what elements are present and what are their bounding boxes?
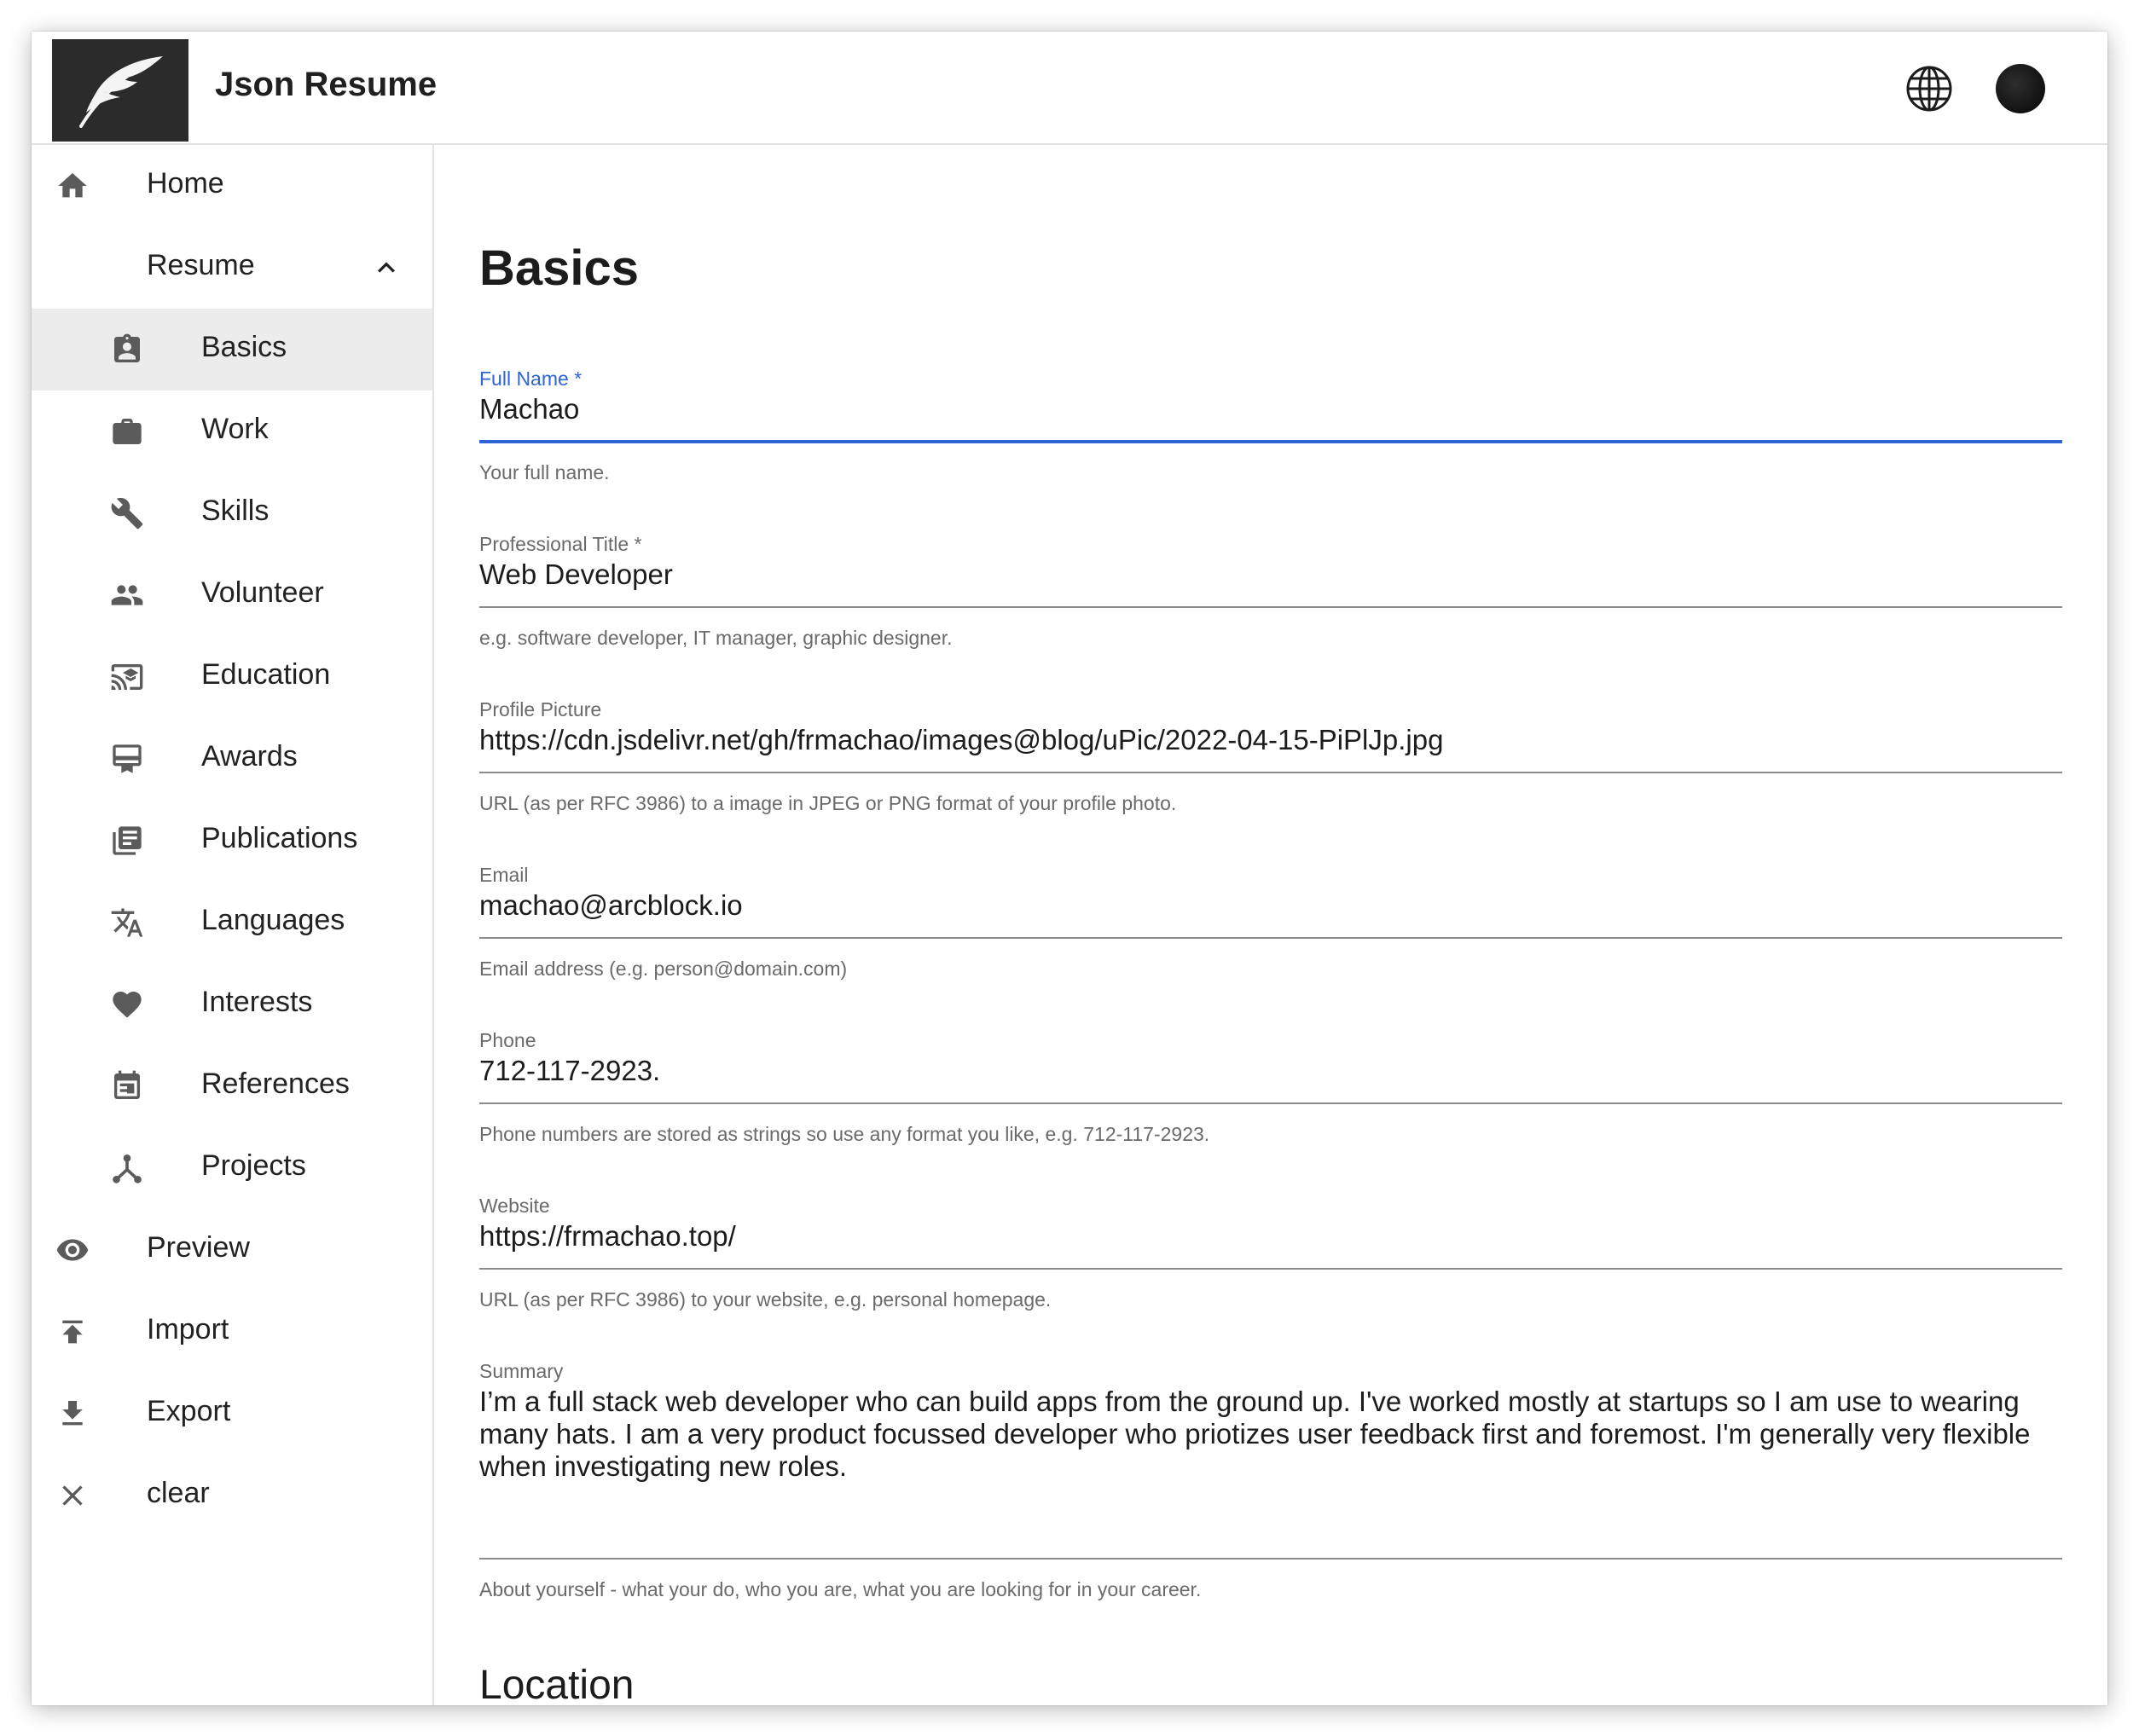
field-underline: [479, 937, 2062, 939]
wrench-icon: [111, 497, 143, 529]
sidebar-item-label: Languages: [201, 904, 345, 936]
field-helper-text: Email address (e.g. person@domain.com): [479, 958, 848, 980]
field-helper-text: e.g. software developer, IT manager, gra…: [479, 627, 953, 649]
feather-logo-icon: [79, 56, 163, 128]
sidebar-item-projects[interactable]: Projects: [32, 1127, 432, 1209]
app-bar: Json Resume: [32, 32, 2107, 145]
people-icon: [111, 585, 143, 605]
sidebar-item-home[interactable]: Home: [32, 145, 432, 227]
field-underline: [479, 1268, 2062, 1270]
globe-icon: [1906, 66, 1952, 112]
sidebar-item-label: clear: [147, 1477, 210, 1509]
field-underline: [479, 772, 2062, 773]
profile-picture-input[interactable]: [479, 724, 2062, 756]
cast-education-icon: [111, 664, 143, 690]
sidebar-item-publications[interactable]: Publications: [32, 800, 432, 882]
sidebar-item-interests[interactable]: Interests: [32, 963, 432, 1045]
field-label: Email: [479, 864, 529, 886]
sidebar-item-export[interactable]: Export: [32, 1373, 432, 1455]
download-icon: [62, 1401, 83, 1426]
full-name-input[interactable]: [479, 393, 2062, 425]
home-icon: [58, 173, 87, 198]
calendar-icon: [114, 1070, 140, 1099]
badge-icon: [114, 333, 140, 362]
sidebar: Home Resume Basics Work Skills Volunteer…: [32, 145, 434, 1705]
sidebar-item-label: Education: [201, 658, 331, 691]
website-input[interactable]: [479, 1220, 2062, 1253]
section-title-location: Location: [479, 1663, 635, 1705]
field-helper-text: URL (as per RFC 3986) to your website, e…: [479, 1288, 1052, 1311]
heart-icon: [113, 992, 142, 1018]
sidebar-item-languages[interactable]: Languages: [32, 882, 432, 963]
sidebar-item-education[interactable]: Education: [32, 636, 432, 718]
field-helper-text: About yourself - what your do, who you a…: [479, 1578, 1202, 1600]
sidebar-item-label: References: [201, 1068, 350, 1100]
sidebar-item-awards[interactable]: Awards: [32, 718, 432, 800]
close-icon: [62, 1485, 83, 1506]
sidebar-item-preview[interactable]: Preview: [32, 1209, 432, 1291]
sidebar-item-references[interactable]: References: [32, 1045, 432, 1127]
sidebar-item-label: Basics: [201, 331, 287, 363]
field-helper-text: Phone numbers are stored as strings so u…: [479, 1123, 1210, 1145]
summary-textarea[interactable]: I’m a full stack web developer who can b…: [479, 1386, 2066, 1483]
field-underline: [479, 1558, 2062, 1560]
field-label: Profile Picture: [479, 698, 602, 720]
sidebar-item-skills[interactable]: Skills: [32, 472, 432, 554]
sidebar-item-work[interactable]: Work: [32, 391, 432, 472]
field-helper-text: URL (as per RFC 3986) to a image in JPEG…: [479, 792, 1177, 814]
sidebar-item-clear[interactable]: clear: [32, 1455, 432, 1536]
sidebar-item-label: Export: [147, 1395, 231, 1427]
sidebar-item-label: Awards: [201, 740, 298, 773]
card-membership-icon: [113, 744, 142, 773]
app-logo[interactable]: [52, 39, 188, 142]
sidebar-item-import[interactable]: Import: [32, 1291, 432, 1373]
avatar[interactable]: [1996, 64, 2045, 113]
sidebar-item-volunteer[interactable]: Volunteer: [32, 554, 432, 636]
sidebar-item-label: Volunteer: [201, 576, 324, 609]
phone-input[interactable]: [479, 1055, 2062, 1087]
sidebar-item-label: Interests: [201, 986, 313, 1018]
chevron-up-icon: [378, 262, 395, 273]
upload-icon: [62, 1320, 83, 1344]
sidebar-item-label: Resume: [147, 249, 255, 281]
sidebar-item-label: Publications: [201, 822, 358, 854]
field-label: Website: [479, 1195, 550, 1217]
briefcase-icon: [113, 419, 142, 444]
sidebar-item-label: Preview: [147, 1231, 250, 1264]
library-books-icon: [113, 826, 142, 855]
field-underline: [479, 1102, 2062, 1104]
fork-icon: [113, 1154, 142, 1183]
sidebar-item-label: Projects: [201, 1149, 306, 1182]
professional-title-input[interactable]: [479, 558, 2062, 591]
field-label: Summary: [479, 1360, 564, 1382]
app-window: Json Resume Home Resume Basics Work Skil…: [32, 32, 2107, 1705]
sidebar-item-label: Work: [201, 413, 269, 445]
field-underline: [479, 440, 2062, 443]
page-title: Basics: [479, 240, 640, 296]
field-label: Full Name *: [479, 367, 583, 390]
sidebar-item-basics[interactable]: Basics: [32, 309, 432, 391]
email-input[interactable]: [479, 889, 2062, 922]
sidebar-item-label: Home: [147, 167, 224, 200]
language-button[interactable]: [1904, 64, 1954, 113]
field-label: Professional Title *: [479, 533, 642, 555]
sidebar-item-label: Skills: [201, 495, 270, 527]
sidebar-item-resume[interactable]: Resume: [32, 227, 432, 309]
translate-icon: [111, 908, 143, 937]
sidebar-item-label: Import: [147, 1313, 229, 1345]
field-underline: [479, 606, 2062, 608]
eye-icon: [56, 1239, 89, 1261]
field-helper-text: Your full name.: [479, 461, 610, 483]
field-label: Phone: [479, 1029, 536, 1051]
app-title: Json Resume: [215, 66, 438, 103]
